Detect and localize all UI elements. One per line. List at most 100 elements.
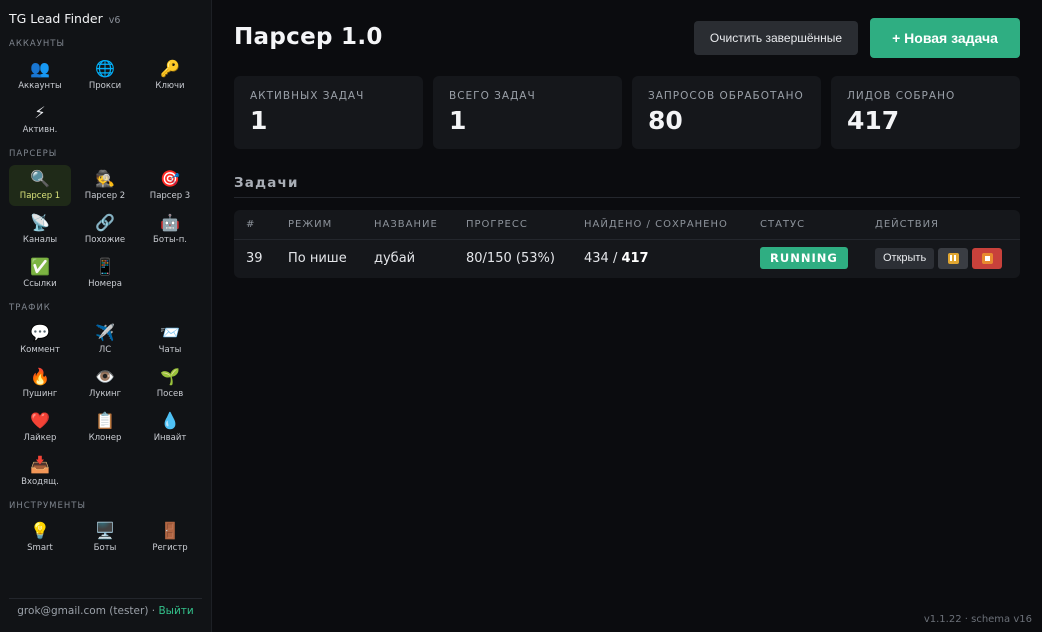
sidebar-item-fire[interactable]: 🔥 Пушинг [9, 363, 71, 404]
sidebar-item-label: Инвайт [153, 433, 187, 443]
sidebar: TG Lead Finder v6 Аккаунты 👥 Аккаунты 🌐 Прок… [0, 0, 212, 632]
stat-requests-processed: Запросов обработано 80 [632, 76, 821, 149]
sidebar-item-lightning[interactable]: ⚡ Активн. [9, 99, 71, 140]
logout-link[interactable]: Выйти [158, 605, 193, 617]
app-version-footer: v1.1.22 · schema v16 [923, 614, 1032, 625]
column-header-mode: Режим [276, 210, 362, 240]
sidebar-item-label: Smart [27, 543, 53, 553]
stat-leads-collected: Лидов собрано 417 [831, 76, 1020, 149]
heart-icon: ❤️ [30, 411, 50, 430]
sidebar-item-key[interactable]: 🔑 Ключи [139, 55, 201, 96]
sidebar-item-label: Чаты [158, 345, 182, 355]
sidebar-item-seedling[interactable]: 🌱 Посев [139, 363, 201, 404]
magnifier-icon: 🔍 [30, 169, 50, 188]
status-badge: RUNNING [760, 247, 848, 270]
sidebar-item-globe[interactable]: 🌐 Прокси [74, 55, 136, 96]
task-name: дубай [374, 250, 416, 266]
sidebar-item-envelope[interactable]: 📨 Чаты [139, 319, 201, 360]
sidebar-item-detective[interactable]: 🕵️ Парсер 2 [74, 165, 136, 206]
sidebar-item-lightbulb[interactable]: 💡 Smart [9, 517, 71, 558]
lightning-icon: ⚡ [34, 103, 46, 122]
column-header-progress: Прогресс [454, 210, 572, 240]
pause-task-button[interactable] [938, 247, 969, 269]
sidebar-item-droplet[interactable]: 💧 Инвайт [139, 407, 201, 448]
sidebar-item-target[interactable]: 🎯 Парсер 3 [139, 165, 201, 206]
task-found-saved: 434 / 417 [572, 239, 748, 277]
column-header-actions: Действия [863, 210, 1020, 240]
robot-icon: 🤖 [160, 213, 180, 232]
sidebar-item-label: Парсер 1 [19, 191, 61, 201]
sidebar-item-eye[interactable]: 👁️ Лукинг [74, 363, 136, 404]
check-icon: ✅ [30, 257, 50, 276]
sidebar-item-check[interactable]: ✅ Ссылки [9, 253, 71, 294]
sidebar-item-magnifier[interactable]: 🔍 Парсер 1 [9, 165, 71, 206]
antenna-icon: 📡 [30, 213, 50, 232]
inbox-icon: 📥 [30, 455, 50, 474]
sidebar-item-label: Ссылки [23, 279, 57, 289]
fire-icon: 🔥 [30, 367, 50, 386]
sidebar-item-link[interactable]: 🔗 Похожие [74, 209, 136, 250]
stats-row: Активных задач 1 Всего задач 1 Запросов … [234, 76, 1020, 149]
stat-value: 1 [250, 106, 268, 135]
new-task-button[interactable]: + Новая задача [870, 18, 1020, 58]
sidebar-item-robot[interactable]: 🤖 Боты-п. [139, 209, 201, 250]
sidebar-section-grid: 👥 Аккаунты 🌐 Прокси 🔑 Ключи ⚡ Активн. [9, 55, 202, 140]
sidebar-item-phone[interactable]: 📱 Номера [74, 253, 136, 294]
sidebar-item-label: Посев [156, 389, 184, 399]
stat-total-tasks: Всего задач 1 [433, 76, 622, 149]
desktop-icon: 🖥️ [95, 521, 115, 540]
envelope-icon: 📨 [160, 323, 180, 342]
app-title: TG Lead Finder [9, 11, 103, 26]
key-icon: 🔑 [160, 59, 180, 78]
column-header-found-saved: Найдено / Сохранено [572, 210, 748, 240]
detective-icon: 🕵️ [95, 169, 115, 188]
sidebar-item-speech-bubble[interactable]: 💬 Коммент [9, 319, 71, 360]
users-icon: 👥 [30, 59, 50, 78]
clipboard-icon: 📋 [95, 411, 115, 430]
globe-icon: 🌐 [95, 59, 115, 78]
sidebar-item-label: Номера [88, 279, 122, 289]
sidebar-item-label: Парсер 2 [84, 191, 126, 201]
task-saved: 417 [621, 250, 649, 266]
airplane-icon: ✈️ [95, 323, 115, 342]
sidebar-nav: Аккаунты 👥 Аккаунты 🌐 Прокси 🔑 Ключи ⚡ Активн. Па… [9, 37, 202, 558]
app-brand: TG Lead Finder v6 [9, 10, 202, 28]
sidebar-footer: grok@gmail.com (tester) · Выйти [9, 598, 202, 617]
app-version: v6 [108, 15, 121, 26]
sidebar-item-inbox[interactable]: 📥 Входящ. [9, 451, 71, 492]
task-found: 434 / [584, 250, 618, 266]
stat-value: 417 [847, 106, 900, 135]
sidebar-item-label: Боты-п. [152, 235, 188, 245]
sidebar-item-users[interactable]: 👥 Аккаунты [9, 55, 71, 96]
table-row: 39 По нише дубай 80/150 (53%) 434 / 417 … [234, 239, 1020, 277]
sidebar-item-label: Лайкер [23, 433, 57, 443]
sidebar-item-label: ЛС [98, 345, 112, 355]
sidebar-item-door[interactable]: 🚪 Регистр [139, 517, 201, 558]
table-header-row: # Режим Название Прогресс Найдено / Сохр… [234, 210, 1020, 240]
eye-icon: 👁️ [95, 367, 115, 386]
sidebar-section-grid: 💡 Smart 🖥️ Боты 🚪 Регистр [9, 517, 202, 558]
sidebar-item-label: Лукинг [88, 389, 122, 399]
sidebar-item-heart[interactable]: ❤️ Лайкер [9, 407, 71, 448]
door-icon: 🚪 [160, 521, 180, 540]
sidebar-item-antenna[interactable]: 📡 Каналы [9, 209, 71, 250]
stop-task-button[interactable] [972, 247, 1003, 269]
tasks-section-title: Задачи [234, 175, 1020, 198]
phone-icon: 📱 [95, 257, 115, 276]
lightbulb-icon: 💡 [30, 521, 50, 540]
clear-finished-button[interactable]: Очистить завершённые [694, 21, 858, 55]
sidebar-item-label: Парсер 3 [149, 191, 191, 201]
sidebar-item-airplane[interactable]: ✈️ ЛС [74, 319, 136, 360]
user-email: grok@gmail.com (tester) [17, 605, 149, 617]
sidebar-item-label: Похожие [84, 235, 126, 245]
task-id: 39 [246, 250, 263, 266]
sidebar-item-label: Ключи [155, 81, 185, 91]
sidebar-item-label: Активн. [22, 125, 58, 135]
sidebar-item-clipboard[interactable]: 📋 Клонер [74, 407, 136, 448]
sidebar-item-desktop[interactable]: 🖥️ Боты [74, 517, 136, 558]
sidebar-item-label: Клонер [88, 433, 122, 443]
task-progress: 80/150 (53%) [466, 250, 555, 266]
open-task-button[interactable]: Открыть [875, 247, 935, 269]
stat-value: 1 [449, 106, 467, 135]
stat-active-tasks: Активных задач 1 [234, 76, 423, 149]
